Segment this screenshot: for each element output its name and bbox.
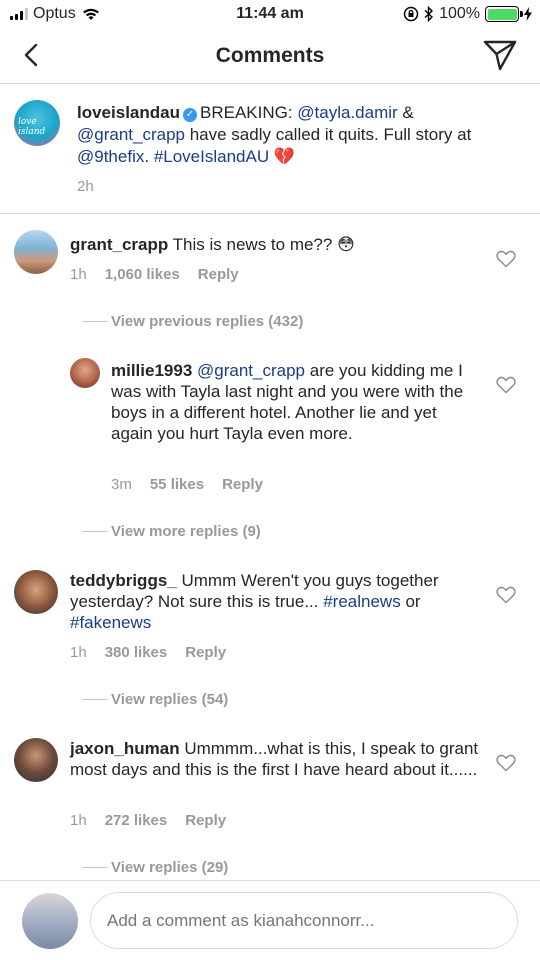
status-right: 100%	[403, 5, 532, 23]
comment-time: 3m	[111, 476, 132, 493]
comment-username[interactable]: teddybriggs_	[70, 571, 177, 590]
comment-text: grant_crapp This is news to me?? 😳	[70, 234, 490, 255]
comment-username[interactable]: millie1993	[111, 361, 192, 380]
teddybriggs-avatar[interactable]	[14, 570, 58, 614]
comments-header: Comments	[0, 30, 540, 84]
view-previous-replies-label: View previous replies (432)	[111, 313, 304, 330]
divider-line	[82, 321, 108, 322]
comment-teddybriggs: teddybriggs_ Ummm Weren't you guys toget…	[0, 556, 540, 676]
divider-line	[82, 867, 108, 868]
comment-username[interactable]: jaxon_human	[70, 739, 180, 758]
jaxon-human-avatar[interactable]	[14, 738, 58, 782]
orientation-lock-icon	[403, 6, 419, 22]
comment-body-or: or	[400, 592, 421, 611]
reply-button[interactable]: Reply	[198, 266, 239, 283]
caption-text-part: BREAKING:	[199, 103, 298, 122]
battery-fill	[487, 8, 517, 20]
comment-time: 1h	[70, 266, 87, 283]
divider-line	[82, 699, 108, 700]
mention-grant[interactable]: @grant_crapp	[77, 125, 185, 144]
comment-text: millie1993 @grant_crapp are you kidding …	[111, 360, 471, 444]
divider-line	[82, 531, 108, 532]
reply-millie1993: millie1993 @grant_crapp are you kidding …	[0, 348, 540, 498]
comment-jaxon-human: jaxon_human Ummmm...what is this, I spea…	[0, 724, 540, 844]
reply-button[interactable]: Reply	[185, 812, 226, 829]
comment-text: jaxon_human Ummmm...what is this, I spea…	[70, 738, 490, 780]
hashtag-loveislandau[interactable]: #LoveIslandAU	[154, 147, 269, 166]
view-replies-label: View replies (54)	[111, 691, 229, 708]
comment-text: teddybriggs_ Ummm Weren't you guys toget…	[70, 570, 490, 633]
mention-9thefix[interactable]: @9thefix	[77, 147, 144, 166]
caption-username[interactable]: loveislandau	[77, 103, 180, 122]
comment-likes[interactable]: 380 likes	[105, 644, 168, 661]
reply-button[interactable]: Reply	[185, 644, 226, 661]
hashtag-fakenews[interactable]: #fakenews	[70, 613, 151, 632]
heart-icon[interactable]	[496, 586, 516, 604]
caption-text: loveislandau ✓ BREAKING: @tayla.damir & @g…	[77, 102, 517, 168]
comment-input[interactable]	[90, 892, 518, 949]
comment-meta: 1h 272 likes Reply	[70, 812, 226, 829]
view-replies-teddybriggs[interactable]: View replies (54)	[82, 691, 228, 708]
love-island-logo: love island	[18, 117, 46, 137]
verified-badge-icon: ✓	[182, 108, 197, 122]
grant-crapp-avatar[interactable]	[14, 230, 58, 274]
view-replies-label: View replies (29)	[111, 859, 229, 876]
comment-username[interactable]: grant_crapp	[70, 235, 168, 254]
battery-percent: 100%	[439, 5, 480, 22]
paper-plane-icon[interactable]	[482, 38, 518, 72]
caption-text-part: &	[397, 103, 414, 122]
current-user-avatar	[22, 893, 78, 949]
caption-text-part: .	[144, 147, 154, 166]
view-more-replies[interactable]: View more replies (9)	[82, 523, 261, 540]
battery-icon	[485, 6, 523, 22]
comment-meta: 1h 1,060 likes Reply	[70, 266, 239, 283]
hashtag-realnews[interactable]: #realnews	[323, 592, 401, 611]
mention-tayla[interactable]: @tayla.damir	[297, 103, 397, 122]
broken-heart-emoji: 💔	[273, 147, 296, 166]
comment-meta: 3m 55 likes Reply	[111, 476, 263, 493]
loveislandau-avatar[interactable]: love island	[14, 100, 60, 146]
comment-likes[interactable]: 55 likes	[150, 476, 204, 493]
view-replies-jaxon[interactable]: View replies (29)	[82, 859, 228, 876]
post-caption: love island loveislandau ✓ BREAKING: @tayl…	[0, 84, 540, 214]
millie1993-avatar[interactable]	[70, 358, 100, 388]
mention-grant[interactable]: @grant_crapp	[197, 361, 305, 380]
bluetooth-icon	[424, 6, 434, 22]
comment-likes[interactable]: 1,060 likes	[105, 266, 180, 283]
comment-time: 1h	[70, 644, 87, 661]
status-bar: Optus 11:44 am 100%	[0, 0, 540, 30]
caption-text-part: have sadly called it quits. Full story a…	[185, 125, 472, 144]
charging-bolt-icon	[524, 7, 532, 21]
heart-icon[interactable]	[496, 376, 516, 394]
comment-likes[interactable]: 272 likes	[105, 812, 168, 829]
comment-time: 1h	[70, 812, 87, 829]
comment-composer	[0, 880, 540, 960]
heart-icon[interactable]	[496, 250, 516, 268]
heart-icon[interactable]	[496, 754, 516, 772]
view-previous-replies[interactable]: View previous replies (432)	[82, 313, 303, 330]
comment-body: This is news to me?? 😳	[172, 235, 355, 254]
comment-grant-crapp: grant_crapp This is news to me?? 😳 1h 1,…	[0, 214, 540, 304]
caption-time: 2h	[77, 178, 94, 195]
page-title: Comments	[215, 44, 325, 67]
comment-meta: 1h 380 likes Reply	[70, 644, 226, 661]
reply-button[interactable]: Reply	[222, 476, 263, 493]
view-more-replies-label: View more replies (9)	[111, 523, 261, 540]
